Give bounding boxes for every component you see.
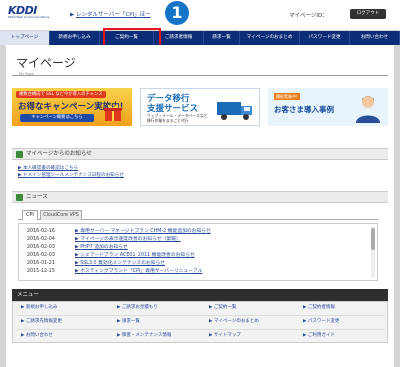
menu-item-contracts[interactable]: ▶ ご契約一覧 [209, 304, 236, 312]
gift-icon [104, 104, 122, 121]
menu-item-estimate[interactable]: ▶ ご請求お見積もり [117, 304, 158, 312]
news-link[interactable]: ▶ マイページの表示速度改善のお知らせ（第報） [75, 236, 181, 243]
nav-item-billing-info[interactable]: ご請求者情報 [154, 31, 204, 45]
page-content: マイページ My Page 複数台構成で SSL など今が導入のチャンス お得な… [6, 45, 394, 367]
site-header: KDDI KDDI Web Communications ▶ レンタルサーバー「… [0, 0, 400, 30]
menu-grid: ▶ 新規お申し込み ▶ ご請求お見積もり ▶ ご契約一覧 ▶ ご契約者情報 ▶ … [12, 301, 388, 343]
news-link[interactable]: ▶ PHP7 追加のお知らせ [75, 244, 128, 251]
news-header: ニュース [12, 191, 388, 203]
step-callout-badge: 1 [165, 1, 189, 25]
menu-item-mypage-summary[interactable]: ▶ マイページのおまとめ [209, 318, 259, 326]
notices-header: マイページからのお知らせ [12, 148, 388, 160]
campaign-detail-button[interactable]: キャンペーン概要はこちら [20, 114, 94, 122]
logout-label: ログアウト [356, 11, 380, 16]
tab-cloudcore-vps[interactable]: CloudCore VPS [40, 210, 82, 220]
menu-item-password-change[interactable]: ▶ パスワード変更 [303, 318, 339, 326]
menu-item-billing-change[interactable]: ▶ ご請求先情報変更 [21, 318, 62, 326]
nav-item-invoices[interactable]: 請求一覧 [204, 31, 240, 45]
logout-button[interactable]: ログアウト [350, 9, 386, 19]
notice-link-identity[interactable]: ▶ 本人確認書の確認はこちら [18, 165, 78, 171]
news-link[interactable]: ▶ 専用サーバー マネージドプラン CHM-2 機能追加のお知らせ [75, 228, 211, 235]
nav-item-password-change[interactable]: パスワード変更 [300, 31, 350, 45]
data-migration-banner[interactable]: データ移行 支援サービス ウェブ・メール・データベースなど 移行作業をまるごと代… [140, 88, 260, 126]
truck-icon [217, 102, 252, 120]
person-icon [356, 96, 380, 123]
menu-header: メニュー [12, 289, 388, 301]
data-migration-desc: ウェブ・メール・データベースなど 移行作業をまるごと代行 [147, 113, 208, 123]
breadcrumb-arrow-icon: ▶ [70, 12, 75, 18]
case-study-tag: 積極実装中! [274, 93, 300, 100]
menu-divider [17, 329, 385, 330]
news-tabs: CPI CloudCore VPS [18, 210, 378, 220]
menu-item-contractor-info[interactable]: ▶ ご契約者情報 [303, 304, 335, 312]
notice-link-maintenance[interactable]: ▶ ドメイン管理ツールメンテナンス日程のお知らせ [18, 172, 124, 178]
campaign-tag: 複数台構成で SSL など今が導入のチャンス [16, 91, 106, 98]
case-study-title: お客さま導入事例 [274, 105, 334, 114]
tab-cpi[interactable]: CPI [22, 210, 38, 220]
page-title-en: My Page [19, 72, 34, 76]
logo-subtitle: KDDI Web Communications [8, 15, 50, 19]
notices-title: マイページからのお知らせ [26, 151, 92, 157]
menu-item-maintenance-info[interactable]: ▶ 障害・メンテナンス情報 [117, 332, 171, 340]
page-title: マイページ [16, 56, 76, 70]
nav-item-top[interactable]: トップページ [0, 31, 50, 45]
page-title-row: マイページ My Page [12, 52, 388, 76]
kddi-logo[interactable]: KDDI KDDI Web Communications [8, 5, 50, 19]
news-title: ニュース [26, 194, 48, 200]
news-scrollbar[interactable] [371, 226, 375, 278]
notice-icon [16, 151, 23, 158]
menu-item-new-application[interactable]: ▶ 新規お申し込み [21, 304, 57, 312]
main-nav: トップページ 新規お申し込み ご契約一覧 ご請求者情報 請求一覧 マイページのお… [0, 31, 400, 45]
menu-item-user-guide[interactable]: ▶ ご利用ガイド [303, 332, 335, 340]
news-link[interactable]: ▶ ホスティングブランド「CPI」専用サーバーリニューアル [75, 268, 202, 275]
breadcrumb: ▶ レンタルサーバー「CPI」ほー [70, 10, 151, 18]
nav-item-mypage-summary[interactable]: マイページのおまとめ [240, 31, 300, 45]
menu-item-sitemap[interactable]: ▶ サイトマップ [209, 332, 241, 340]
news-scrollbar-thumb[interactable] [371, 228, 375, 250]
campaign-banner[interactable]: 複数台構成で SSL など今が導入のチャンス お得なキャンペーン実施中! キャン… [12, 88, 132, 126]
news-link[interactable]: ▶ SSL3.0 無効化メンテナンスのお知らせ [75, 260, 165, 267]
nav-item-contact[interactable]: お問い合わせ [350, 31, 400, 45]
case-study-banner[interactable]: 積極実装中! お客さま導入事例 [268, 88, 388, 126]
nav-item-new-application[interactable]: 新規お申し込み [50, 31, 100, 45]
breadcrumb-link[interactable]: レンタルサーバー「CPI」ほー [76, 12, 151, 18]
my-page-id-label: マイページID： [289, 13, 328, 19]
news-icon [16, 194, 23, 201]
menu-item-contact[interactable]: ▶ お問い合わせ [21, 332, 53, 340]
news-link[interactable]: ▶ シェアードプラン ACE01_2011 機能改善のお知らせ [75, 252, 195, 259]
menu-item-invoices[interactable]: ▶ 請求一覧 [117, 318, 140, 326]
menu-divider [17, 315, 385, 316]
news-list: 2016-02-16 ▶ 専用サーバー マネージドプラン CHM-2 機能追加の… [18, 223, 378, 281]
